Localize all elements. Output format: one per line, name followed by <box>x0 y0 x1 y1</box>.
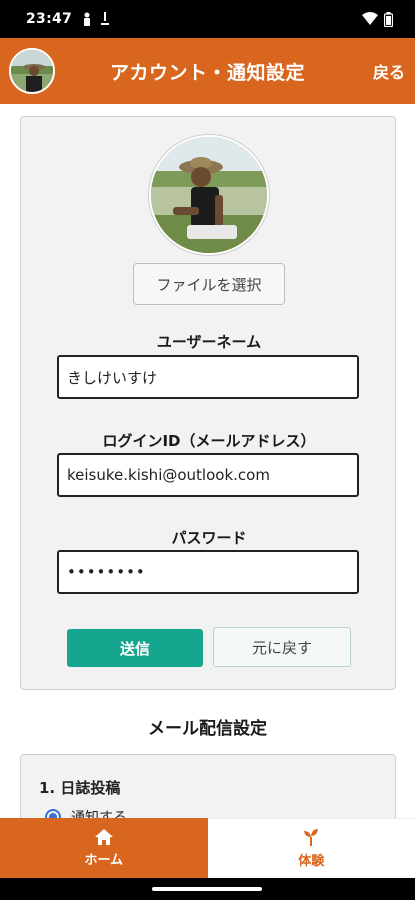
download-notification-icon <box>101 12 110 25</box>
home-icon <box>94 828 113 845</box>
account-card: ファイルを選択 ユーザーネーム きしけいすけ ログインID（メールアドレス） k… <box>20 116 396 690</box>
radio-selected-icon[interactable] <box>45 809 61 818</box>
nav-experience[interactable]: 体験 <box>207 818 415 878</box>
status-bar: 23:47 <box>0 0 415 38</box>
password-label: パスワード <box>171 529 247 547</box>
bottom-navigation: ホーム 体験 <box>0 818 415 878</box>
page-title: アカウント・通知設定 <box>109 61 305 84</box>
password-input[interactable]: •••••••• <box>57 550 359 594</box>
mail-settings-card: 1. 日誌投稿 通知する <box>20 754 396 818</box>
person-notification-icon <box>84 12 91 26</box>
nav-experience-label: 体験 <box>298 854 325 869</box>
notify-option-label: 通知する <box>71 810 127 818</box>
mail-settings-title: メール配信設定 <box>148 719 267 739</box>
nav-home-label: ホーム <box>84 852 124 868</box>
wifi-icon <box>362 12 378 25</box>
nav-home[interactable]: ホーム <box>0 818 208 878</box>
diary-post-heading: 1. 日誌投稿 <box>39 779 121 797</box>
login-id-input[interactable]: keisuke.kishi@outlook.com <box>57 453 359 497</box>
system-icons <box>362 11 393 27</box>
status-time: 23:47 <box>26 11 73 27</box>
home-indicator[interactable] <box>152 887 262 891</box>
login-id-label: ログインID（メールアドレス） <box>102 432 316 450</box>
notification-icons <box>82 12 110 26</box>
sprout-icon <box>304 829 319 846</box>
main-content[interactable]: ファイルを選択 ユーザーネーム きしけいすけ ログインID（メールアドレス） k… <box>0 104 415 818</box>
choose-file-button[interactable]: ファイルを選択 <box>133 263 285 305</box>
app-header: アカウント・通知設定 戻る <box>0 38 415 104</box>
notify-option[interactable]: 通知する <box>45 807 127 818</box>
battery-icon <box>384 11 393 27</box>
gesture-bar <box>0 878 415 900</box>
back-button[interactable]: 戻る <box>373 59 405 83</box>
username-input[interactable]: きしけいすけ <box>57 355 359 399</box>
reset-button[interactable]: 元に戻す <box>213 627 351 667</box>
submit-button[interactable]: 送信 <box>67 629 203 667</box>
username-label: ユーザーネーム <box>156 333 262 351</box>
profile-avatar <box>149 135 269 255</box>
